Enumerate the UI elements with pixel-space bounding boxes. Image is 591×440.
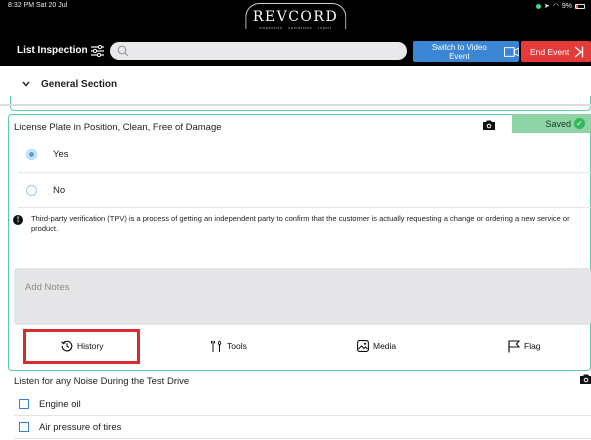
saved-label: Saved xyxy=(545,118,571,129)
saved-badge: Saved ✓ xyxy=(512,114,591,133)
media-image-icon xyxy=(357,340,369,352)
search-icon xyxy=(117,45,129,57)
brand-logo: REVCORD inspection · operations · report xyxy=(244,3,347,30)
flag-label: Flag xyxy=(524,341,541,351)
question-title: License Plate in Position, Clean, Free o… xyxy=(14,122,222,133)
flag-button[interactable]: Flag xyxy=(508,326,541,366)
radio-yes[interactable] xyxy=(26,148,37,160)
history-highlight-box xyxy=(23,329,140,364)
recording-dot-icon xyxy=(535,3,541,9)
status-indicators: ➤ ◠ 9% xyxy=(535,2,585,10)
battery-icon xyxy=(575,3,585,9)
option-divider xyxy=(18,207,591,208)
tools-button[interactable]: Tools xyxy=(210,326,247,366)
brand-name: REVCORD xyxy=(252,9,339,25)
option-yes[interactable]: Yes xyxy=(14,136,591,172)
battery-percent: 9% xyxy=(561,2,572,10)
tools-label: Tools xyxy=(227,341,247,351)
status-bar: 8:32 PM Sat 20 Jul ➤ ◠ 9% REVCORD inspec… xyxy=(0,0,591,37)
camera-icon[interactable] xyxy=(483,120,495,130)
chevron-down-icon[interactable] xyxy=(22,81,30,87)
filter-icon[interactable] xyxy=(91,45,104,57)
wifi-icon: ◠ xyxy=(552,3,559,10)
question-title-2: Listen for any Noise During the Test Dri… xyxy=(14,376,190,387)
option-no[interactable]: No xyxy=(14,172,591,208)
option-label: No xyxy=(53,184,66,196)
section-title: General Section xyxy=(41,79,118,90)
top-toolbar: List Inspection Switch to Video Event En… xyxy=(0,37,591,66)
notes-placeholder: Add Notes xyxy=(25,282,70,293)
page-title: List Inspection xyxy=(17,45,88,56)
end-event-label: End Event xyxy=(530,46,570,57)
checklist-item[interactable]: Air pressure of tires xyxy=(19,416,591,438)
switch-to-video-label: Switch to Video Event xyxy=(431,42,487,61)
video-camera-icon xyxy=(503,46,519,57)
info-text: Third-party verification (TPV) is a proc… xyxy=(31,214,570,233)
radio-no[interactable] xyxy=(26,184,37,196)
checklist-divider xyxy=(14,438,591,439)
option-label: Yes xyxy=(53,148,69,160)
brand-tagline: inspection · operations · report xyxy=(258,26,333,30)
check-circle-icon: ✓ xyxy=(574,118,585,129)
checklist-label: Air pressure of tires xyxy=(39,421,122,433)
exit-icon xyxy=(574,46,584,57)
flag-icon xyxy=(508,339,520,352)
info-note: ! Third-party verification (TPV) is a pr… xyxy=(13,214,583,234)
media-label: Media xyxy=(373,341,397,351)
checkbox[interactable] xyxy=(19,422,29,432)
section-divider xyxy=(0,104,591,106)
media-button[interactable]: Media xyxy=(357,326,396,366)
search-input[interactable] xyxy=(134,44,394,58)
search-bar[interactable] xyxy=(110,42,407,60)
add-notes-field[interactable]: Add Notes xyxy=(14,268,591,325)
checklist-label: Engine oil xyxy=(39,398,81,410)
location-icon: ➤ xyxy=(543,3,550,10)
camera-icon[interactable] xyxy=(580,374,591,384)
checkbox[interactable] xyxy=(19,399,29,409)
checklist-item[interactable]: Engine oil xyxy=(19,393,591,415)
switch-to-video-button[interactable]: Switch to Video Event xyxy=(413,41,519,62)
status-time: 8:32 PM Sat 20 Jul xyxy=(8,2,68,9)
info-icon: ! xyxy=(13,215,23,225)
end-event-button[interactable]: End Event xyxy=(521,41,591,62)
tools-icon xyxy=(211,340,222,352)
